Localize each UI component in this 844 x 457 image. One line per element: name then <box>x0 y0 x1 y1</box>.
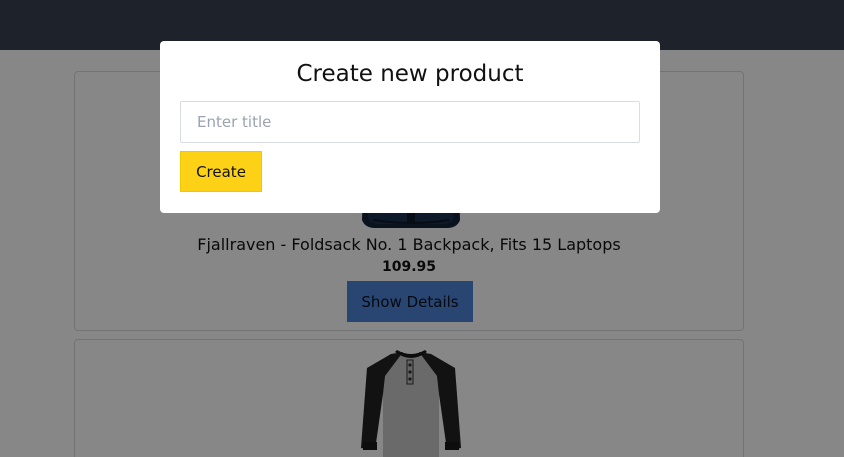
create-button[interactable]: Create <box>180 151 262 192</box>
create-product-modal: Create new product Create <box>160 41 660 213</box>
title-input[interactable] <box>180 101 640 143</box>
modal-title: Create new product <box>296 61 524 87</box>
app-root: Fjallraven - Foldsack No. 1 Backpack, Fi… <box>0 0 844 457</box>
